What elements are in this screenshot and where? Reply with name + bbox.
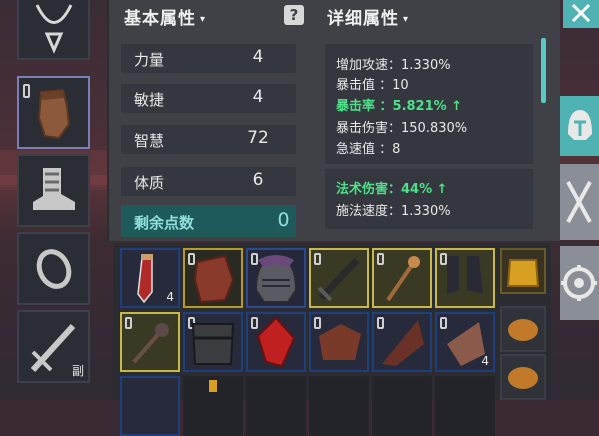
- inventory-side-slot[interactable]: [500, 306, 546, 352]
- detail-line-highlight: 暴击率 ：5.821% ↑: [336, 99, 463, 114]
- remaining-points: 剩余点数 0: [121, 205, 296, 237]
- brown-shard-icon: [382, 320, 424, 366]
- inventory-side-slot[interactable]: [500, 248, 546, 294]
- detail-line: 施法速度：1.330%: [336, 204, 451, 219]
- remaining-points-label: 剩余点数: [134, 214, 195, 232]
- inventory-slot[interactable]: 4: [120, 248, 180, 308]
- stat-wisdom: 智慧 72: [121, 125, 296, 154]
- detail-box-spell: 法术伤害：44% ↑ 施法速度：1.330%: [325, 169, 533, 229]
- black-sword-icon: [317, 257, 360, 302]
- stat-value: 4: [252, 47, 264, 67]
- potion-icon: [209, 380, 217, 392]
- gloves-icon: [37, 88, 71, 140]
- wooden-staff-icon: [386, 256, 420, 302]
- equip-slot-necklace[interactable]: [17, 0, 90, 60]
- detail-box-critical: 增加攻速：1.330% 暴击值 ：10 暴击率 ：5.821% ↑ 暴击伤害：1…: [325, 44, 533, 164]
- detail-scrollbar[interactable]: [541, 38, 546, 103]
- inventory-slot[interactable]: [120, 376, 180, 436]
- gear-icon: [561, 265, 597, 301]
- inventory-slot[interactable]: [246, 312, 306, 372]
- dark-boots-icon: [447, 256, 483, 294]
- inventory-slot[interactable]: [372, 312, 432, 372]
- necklace-icon: [35, 4, 73, 54]
- stat-strength: 力量 4: [121, 44, 296, 73]
- detail-attributes-title: 详细属性: [327, 9, 399, 29]
- bread-icon: [508, 367, 538, 389]
- inventory-slot[interactable]: [309, 312, 369, 372]
- stat-label: 敏捷: [134, 91, 165, 109]
- inventory-slot[interactable]: [372, 376, 432, 436]
- tab-equipment[interactable]: [560, 96, 599, 156]
- inventory-slot[interactable]: [309, 248, 369, 308]
- iron-helmet-icon: [254, 255, 298, 303]
- crossed-swords-icon: [566, 181, 592, 223]
- inventory-slot[interactable]: [309, 376, 369, 436]
- inventory-slot[interactable]: [372, 248, 432, 308]
- boots-icon: [33, 168, 75, 210]
- inventory-slot[interactable]: [246, 376, 306, 436]
- inventory-slot[interactable]: [435, 248, 495, 308]
- red-crystal-icon: [256, 316, 296, 368]
- detail-line: 暴击伤害：150.830%: [336, 121, 468, 136]
- detail-attributes-header[interactable]: 详细属性 ▾: [327, 4, 409, 29]
- tab-settings[interactable]: [560, 246, 599, 320]
- inventory-slot[interactable]: [183, 312, 243, 372]
- inventory-slot[interactable]: 4: [435, 312, 495, 372]
- equip-slot-offhand[interactable]: 副: [17, 310, 90, 383]
- inventory-slot[interactable]: [183, 248, 243, 308]
- stat-value: 72: [247, 128, 269, 148]
- detail-line-highlight: 法术伤害：44% ↑: [336, 182, 448, 197]
- equip-slot-gloves[interactable]: [17, 76, 90, 149]
- close-icon: [571, 3, 591, 23]
- inventory-slot[interactable]: [246, 248, 306, 308]
- inventory-side-slot[interactable]: [500, 354, 546, 400]
- caret-icon: ▾: [200, 13, 207, 25]
- stat-label: 智慧: [134, 132, 165, 150]
- equip-slot-ring[interactable]: [17, 232, 90, 305]
- chest-armor-icon: [191, 323, 235, 365]
- helmet-icon: [568, 110, 592, 140]
- stat-value: 4: [252, 87, 264, 107]
- stat-label: 力量: [134, 51, 165, 69]
- remaining-points-value: 0: [277, 209, 290, 231]
- tab-weapons[interactable]: [560, 164, 599, 240]
- item-quantity: 4: [481, 354, 489, 368]
- brown-cloth-icon: [319, 324, 361, 360]
- spiked-mace-icon: [132, 323, 169, 364]
- inventory-slot[interactable]: [183, 376, 243, 436]
- item-quantity: 4: [166, 290, 174, 304]
- stat-constitution: 体质 6: [121, 167, 296, 196]
- help-button[interactable]: ?: [284, 5, 304, 25]
- inventory-slot[interactable]: [435, 376, 495, 436]
- offhand-tag: 副: [71, 364, 84, 378]
- basic-attributes-header[interactable]: 基本属性 ▾: [124, 4, 206, 29]
- caret-icon: ▾: [403, 13, 410, 25]
- stat-agility: 敏捷 4: [121, 84, 296, 113]
- detail-line: 增加攻速：1.330%: [336, 58, 451, 73]
- stat-label: 体质: [134, 174, 165, 192]
- basic-attributes-title: 基本属性: [124, 9, 196, 29]
- close-button[interactable]: [563, 0, 599, 28]
- golden-armor-icon: [506, 259, 540, 287]
- inventory-slot[interactable]: [120, 312, 180, 372]
- stat-value: 6: [252, 170, 264, 190]
- leather-armor-icon: [193, 254, 235, 304]
- ring-icon: [36, 249, 72, 289]
- detail-line: 急速值 ：8: [336, 142, 401, 157]
- detail-line: 暴击值 ：10: [336, 78, 409, 93]
- equip-slot-boots[interactable]: [17, 154, 90, 227]
- bread-icon: [508, 319, 538, 341]
